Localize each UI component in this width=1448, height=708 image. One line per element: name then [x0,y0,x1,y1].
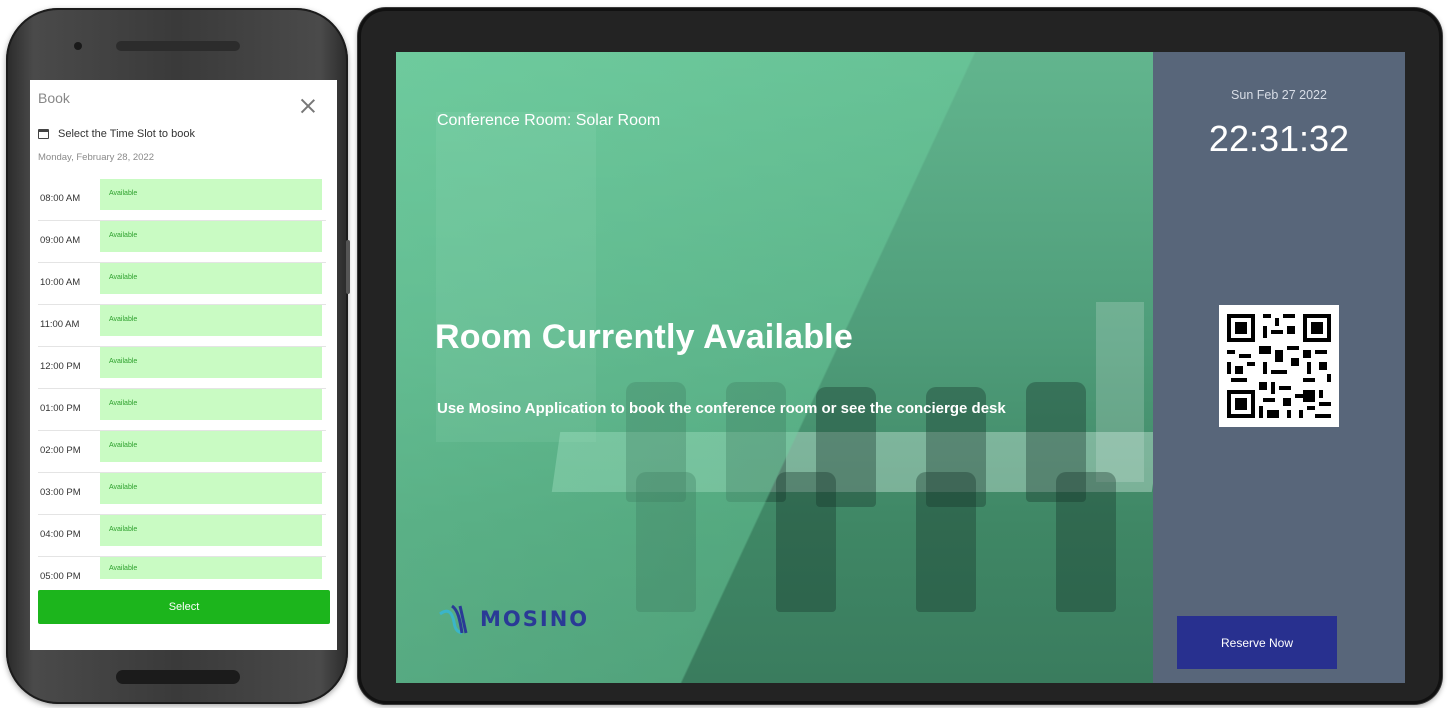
current-date: Sun Feb 27 2022 [1231,88,1327,102]
slot-status: Available [109,484,138,491]
time-slot-row: 01:00 PM Available [38,389,326,431]
close-icon[interactable] [300,98,316,114]
slot-status: Available [109,526,138,533]
phone-device: Book Select the Time Slot to book Monday… [6,8,350,704]
tablet-device: Conference Room: Solar Room Room Current… [358,8,1442,704]
slot-availability[interactable]: Available [100,431,322,462]
slot-availability[interactable]: Available [100,221,322,252]
slot-availability[interactable]: Available [100,305,322,336]
dialog-title: Book [38,90,70,106]
slot-status: Available [109,400,138,407]
slot-availability[interactable]: Available [100,263,322,294]
time-slot-row: 08:00 AM Available [38,179,326,221]
room-hero: Conference Room: Solar Room Room Current… [396,52,1153,683]
time-slot-list: 08:00 AM Available 09:00 AM Available 10… [38,179,326,599]
room-name: Conference Room: Solar Room [437,112,661,129]
select-button[interactable]: Select [38,590,330,624]
phone-camera [74,42,82,50]
time-slot-row: 11:00 AM Available [38,305,326,347]
calendar-icon [38,129,49,139]
slot-status: Available [109,274,138,281]
slot-availability[interactable]: Available [100,347,322,378]
slot-time: 04:00 PM [40,529,81,540]
slot-status: Available [109,232,138,239]
slot-time: 01:00 PM [40,403,81,414]
time-slot-row: 02:00 PM Available [38,431,326,473]
slot-availability[interactable]: Available [100,179,322,210]
room-status-subtitle: Use Mosino Application to book the confe… [437,400,1006,417]
reserve-now-button[interactable]: Reserve Now [1177,616,1337,669]
slot-status: Available [109,565,138,572]
booking-dialog: Book Select the Time Slot to book Monday… [30,80,337,650]
slot-time: 11:00 AM [40,319,80,330]
slot-status: Available [109,358,138,365]
hero-overlay [396,52,1153,683]
instruction-row: Select the Time Slot to book [38,128,195,140]
slot-time: 09:00 AM [40,235,81,246]
time-slot-row: 04:00 PM Available [38,515,326,557]
slot-status: Available [109,190,138,197]
instruction-text: Select the Time Slot to book [58,128,195,140]
mosino-logo-text: MOSINO [480,607,590,631]
slot-time: 05:00 PM [40,571,81,582]
slot-status: Available [109,316,138,323]
phone-side-button [346,240,350,294]
phone-home-bar [116,670,240,684]
slot-time: 12:00 PM [40,361,81,372]
mosino-logo: MOSINO [438,602,589,636]
time-slot-row: 03:00 PM Available [38,473,326,515]
room-status-heading: Room Currently Available [435,318,853,356]
mosino-logo-icon [439,604,468,635]
slot-availability[interactable]: Available [100,515,322,546]
slot-time: 03:00 PM [40,487,81,498]
room-display-screen: Conference Room: Solar Room Room Current… [396,52,1405,683]
slot-status: Available [109,442,138,449]
qr-code-icon[interactable] [1219,305,1339,427]
booking-date: Monday, February 28, 2022 [38,152,155,163]
slot-time: 02:00 PM [40,445,81,456]
info-side-panel: Sun Feb 27 2022 22:31:32 Reserve Now [1153,52,1405,683]
slot-availability[interactable]: Available [100,473,322,504]
phone-speaker [116,41,240,51]
time-slot-row: 10:00 AM Available [38,263,326,305]
time-slot-row: 12:00 PM Available [38,347,326,389]
slot-time: 08:00 AM [40,193,81,204]
slot-time: 10:00 AM [40,277,81,288]
slot-availability[interactable]: Available [100,557,322,579]
slot-availability[interactable]: Available [100,389,322,420]
current-time: 22:31:32 [1208,118,1350,159]
time-slot-row: 09:00 AM Available [38,221,326,263]
